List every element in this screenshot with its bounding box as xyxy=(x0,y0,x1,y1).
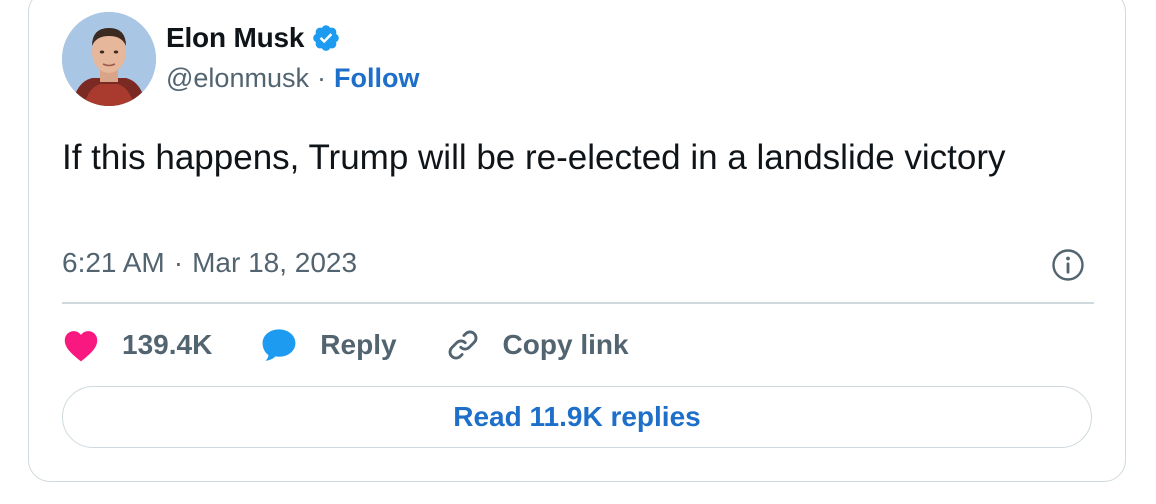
action-bar: 139.4K Reply Copy link xyxy=(62,323,677,367)
tweet-date: Mar 18, 2023 xyxy=(192,247,358,278)
separator-dot: · xyxy=(316,63,326,93)
copy-link-button[interactable]: Copy link xyxy=(445,327,629,363)
heart-icon xyxy=(64,331,98,362)
speech-bubble-icon xyxy=(262,329,296,361)
link-icon xyxy=(448,330,477,360)
tweet-text: If this happens, Trump will be re-electe… xyxy=(62,138,1006,177)
reply-button[interactable]: Reply xyxy=(260,327,397,363)
avatar[interactable] xyxy=(62,12,156,106)
author-name[interactable]: Elon Musk xyxy=(166,22,304,54)
separator-dot: · xyxy=(173,247,184,278)
tweet-time: 6:21 AM xyxy=(62,247,165,278)
divider xyxy=(62,302,1094,304)
like-count: 139.4K xyxy=(122,329,213,360)
author-handle[interactable]: @elonmusk xyxy=(166,63,309,94)
read-replies-button[interactable]: Read 11.9K replies xyxy=(62,386,1092,448)
reply-label: Reply xyxy=(320,329,397,360)
follow-link[interactable]: Follow xyxy=(334,63,419,94)
verified-badge-icon xyxy=(311,23,341,53)
author-name-row: Elon Musk xyxy=(166,22,341,54)
info-icon[interactable] xyxy=(1051,248,1085,282)
like-button[interactable]: 139.4K xyxy=(62,328,212,362)
copy-link-label: Copy link xyxy=(502,329,629,360)
avatar-image xyxy=(62,12,156,106)
author-handle-row: @elonmusk · Follow xyxy=(166,63,419,94)
timestamp[interactable]: 6:21 AM · Mar 18, 2023 xyxy=(62,247,357,279)
